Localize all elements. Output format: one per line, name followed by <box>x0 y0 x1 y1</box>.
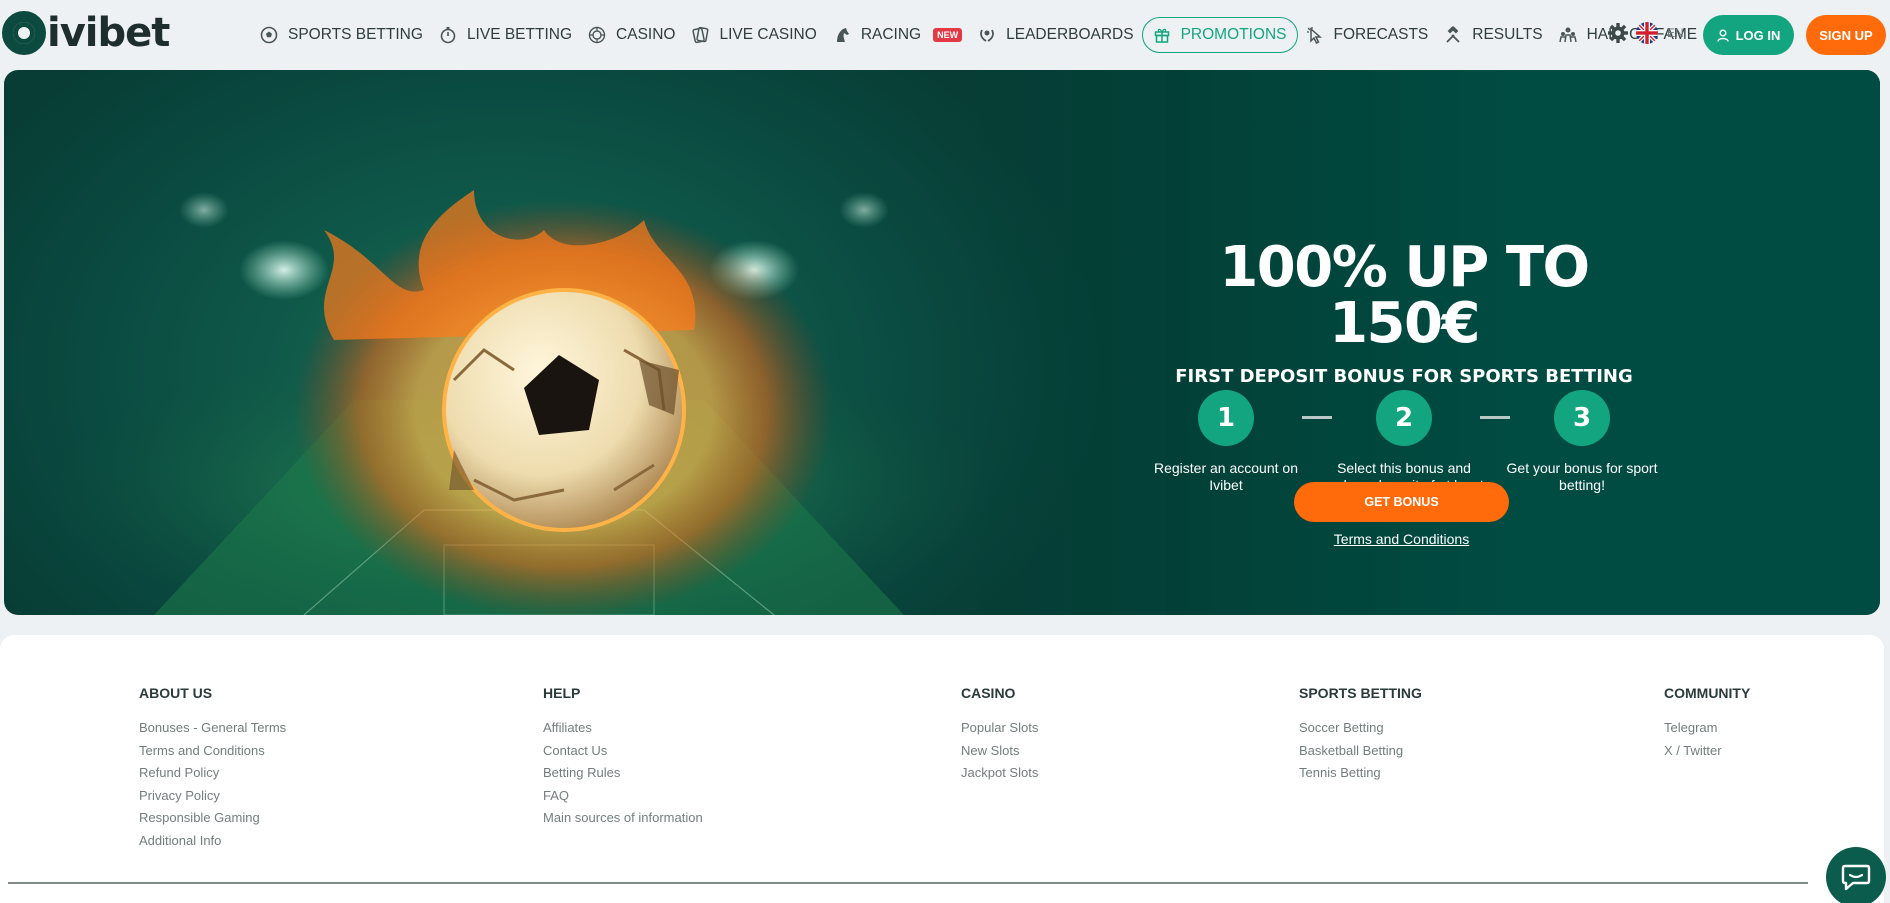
language-selector[interactable]: EN <box>1636 22 1684 44</box>
footer-link[interactable]: Bonuses - General Terms <box>139 717 286 740</box>
nav-label: RACING <box>860 26 922 43</box>
footer: ABOUT US Bonuses - General Terms Terms a… <box>0 635 1884 903</box>
footer-link[interactable]: Affiliates <box>543 717 703 740</box>
footer-link[interactable]: Jackpot Slots <box>961 762 1038 785</box>
footer-link[interactable]: FAQ <box>543 785 703 808</box>
footer-link[interactable]: Refund Policy <box>139 762 286 785</box>
footer-link[interactable]: Terms and Conditions <box>139 740 286 763</box>
promo-subtitle: FIRST DEPOSIT BONUS FOR SPORTS BETTING <box>1175 366 1633 387</box>
promo-banner: 100% UP TO 150€ FIRST DEPOSIT BONUS FOR … <box>4 70 1880 615</box>
nav-casino[interactable]: CASINO <box>580 17 683 53</box>
logo[interactable]: ivibet <box>2 10 170 56</box>
settings-gear-icon[interactable] <box>1607 22 1629 44</box>
login-label: LOG IN <box>1735 27 1781 43</box>
footer-col-about: ABOUT US Bonuses - General Terms Terms a… <box>139 685 286 852</box>
footer-link[interactable]: Responsible Gaming <box>139 807 286 830</box>
brand-name: ivibet <box>47 10 170 56</box>
hammers-icon <box>1444 26 1462 44</box>
footer-link[interactable]: Main sources of information <box>543 807 703 830</box>
footer-col-sports-betting: SPORTS BETTING Soccer Betting Basketball… <box>1299 685 1422 785</box>
step-number: 1 <box>1198 390 1254 446</box>
stopwatch-icon <box>439 26 457 44</box>
nav-promotions[interactable]: PROMOTIONS <box>1141 17 1298 53</box>
footer-col-community: COMMUNITY Telegram X / Twitter <box>1664 685 1750 762</box>
promo-title: 100% UP TO 150€ <box>1219 235 1590 356</box>
promo-heading: 100% UP TO 150€ FIRST DEPOSIT BONUS FOR … <box>1144 235 1664 388</box>
step-number: 2 <box>1376 390 1432 446</box>
nav-live-betting[interactable]: LIVE BETTING <box>431 17 580 53</box>
footer-link[interactable]: Betting Rules <box>543 762 703 785</box>
footer-link[interactable]: Soccer Betting <box>1299 717 1422 740</box>
nav-label: LIVE CASINO <box>719 26 817 43</box>
footer-col-casino: CASINO Popular Slots New Slots Jackpot S… <box>961 685 1038 785</box>
nav-label: LIVE BETTING <box>466 26 573 43</box>
nav-label: LEADERBOARDS <box>1006 26 1134 43</box>
roulette-icon <box>588 26 606 44</box>
nav-leaderboards[interactable]: LEADERBOARDS <box>970 17 1141 53</box>
step-number: 3 <box>1554 390 1610 446</box>
footer-link[interactable]: Tennis Betting <box>1299 762 1422 785</box>
cards-icon <box>691 26 709 44</box>
new-badge: NEW <box>933 28 963 42</box>
footer-link[interactable]: X / Twitter <box>1664 740 1750 763</box>
footer-col-title: ABOUT US <box>139 685 213 701</box>
cursor-icon <box>1306 26 1324 44</box>
gift-icon <box>1153 26 1171 44</box>
live-chat-button[interactable] <box>1826 847 1886 903</box>
step-text: Get your bonus for sport betting! <box>1506 460 1658 493</box>
header: ivibet SPORTS BETTING LIVE BETTING CASIN… <box>0 0 1890 69</box>
footer-link[interactable]: Popular Slots <box>961 717 1038 740</box>
step-3: 3 Get your bonus for sport betting! <box>1502 390 1662 494</box>
language-code: EN <box>1667 26 1684 40</box>
nav-forecasts[interactable]: FORECASTS <box>1298 17 1437 53</box>
footer-col-title: CASINO <box>961 685 1016 701</box>
main-nav: SPORTS BETTING LIVE BETTING CASINO LIVE … <box>252 17 1705 53</box>
login-button[interactable]: LOG IN <box>1703 15 1794 55</box>
user-icon <box>1716 29 1729 42</box>
footer-divider <box>8 882 1808 884</box>
footer-link[interactable]: Privacy Policy <box>139 785 286 808</box>
horse-icon <box>833 26 851 44</box>
nav-live-casino[interactable]: LIVE CASINO <box>683 17 824 53</box>
nav-results[interactable]: RESULTS <box>1436 17 1550 53</box>
footer-col-title: HELP <box>543 685 581 701</box>
step-1: 1 Register an account on Ivibet <box>1146 390 1306 494</box>
nav-label: CASINO <box>616 26 676 43</box>
footer-col-help: HELP Affiliates Contact Us Betting Rules… <box>543 685 703 830</box>
nav-label: RESULTS <box>1472 26 1543 43</box>
footer-link[interactable]: Basketball Betting <box>1299 740 1422 763</box>
footer-link[interactable]: New Slots <box>961 740 1038 763</box>
footer-link[interactable]: Telegram <box>1664 717 1750 740</box>
logo-ball-icon <box>2 11 46 55</box>
signup-button[interactable]: SIGN UP <box>1806 15 1886 55</box>
footer-col-title: COMMUNITY <box>1664 685 1751 701</box>
nav-sports-betting[interactable]: SPORTS BETTING <box>252 17 431 53</box>
footer-link[interactable]: Contact Us <box>543 740 703 763</box>
get-bonus-button[interactable]: GET BONUS <box>1294 482 1509 522</box>
chat-bubble-icon <box>1841 863 1871 891</box>
get-bonus-label: GET BONUS <box>1364 495 1439 509</box>
nav-label: SPORTS BETTING <box>288 26 423 43</box>
signup-label: SIGN UP <box>1819 27 1873 43</box>
footer-col-title: SPORTS BETTING <box>1299 685 1422 701</box>
step-text: Register an account on Ivibet <box>1154 460 1298 493</box>
nav-label: FORECASTS <box>1333 26 1429 43</box>
uk-flag-icon <box>1636 22 1658 44</box>
footer-link[interactable]: Additional Info <box>139 830 286 853</box>
nav-label: PROMOTIONS <box>1180 26 1287 43</box>
people-icon <box>1558 26 1577 44</box>
nav-racing[interactable]: RACING NEW <box>825 17 970 53</box>
laurel-icon <box>978 26 996 44</box>
terms-link[interactable]: Terms and Conditions <box>1290 531 1513 547</box>
soccer-ball-icon <box>260 26 278 44</box>
